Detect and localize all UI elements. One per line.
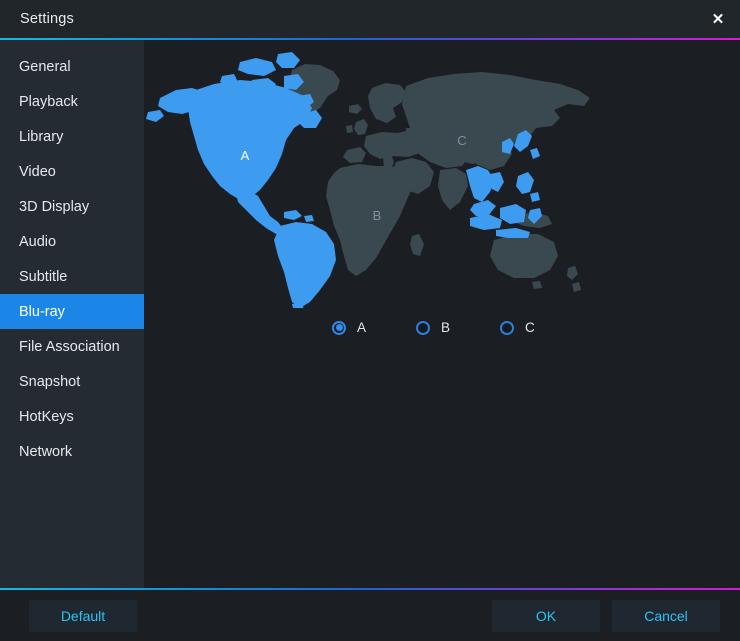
sidebar-item-blu-ray[interactable]: Blu-ray xyxy=(0,294,144,329)
region-radio-c[interactable]: C xyxy=(500,320,584,335)
dialog-footer: Default OK Cancel xyxy=(0,590,740,641)
close-icon[interactable]: ✕ xyxy=(696,0,740,38)
settings-dialog: Settings ✕ General Playback Library Vide… xyxy=(0,0,740,641)
radio-dot-a xyxy=(332,320,346,335)
region-radio-a-label: A xyxy=(357,320,367,335)
default-button[interactable]: Default xyxy=(29,599,137,632)
region-radio-c-label: C xyxy=(525,320,535,335)
map-label-a: A xyxy=(241,148,250,163)
sidebar-item-hotkeys[interactable]: HotKeys xyxy=(0,399,144,434)
sidebar-item-file-association[interactable]: File Association xyxy=(0,329,144,364)
sidebar-item-subtitle[interactable]: Subtitle xyxy=(0,259,144,294)
blu-ray-settings-pane: A B C A B C xyxy=(144,40,740,588)
dialog-body: General Playback Library Video 3D Displa… xyxy=(0,40,740,588)
region-radio-a[interactable]: A xyxy=(332,320,416,335)
sidebar-item-playback[interactable]: Playback xyxy=(0,84,144,119)
map-label-c: C xyxy=(457,133,466,148)
cancel-button[interactable]: Cancel xyxy=(612,599,720,632)
region-radio-b[interactable]: B xyxy=(416,320,500,335)
settings-sidebar: General Playback Library Video 3D Displa… xyxy=(0,40,144,588)
world-region-map[interactable]: A B C xyxy=(144,40,740,308)
region-radio-group: A B C xyxy=(332,320,584,335)
radio-dot-b xyxy=(416,320,430,335)
region-radio-b-label: B xyxy=(441,320,451,335)
sidebar-item-library[interactable]: Library xyxy=(0,119,144,154)
window-title: Settings xyxy=(20,11,74,27)
title-bar: Settings ✕ xyxy=(0,0,740,38)
world-map-svg: A B C xyxy=(144,40,740,308)
sidebar-item-audio[interactable]: Audio xyxy=(0,224,144,259)
sidebar-item-video[interactable]: Video xyxy=(0,154,144,189)
radio-dot-c xyxy=(500,320,514,335)
sidebar-item-network[interactable]: Network xyxy=(0,434,144,469)
map-label-b: B xyxy=(373,208,382,223)
sidebar-item-snapshot[interactable]: Snapshot xyxy=(0,364,144,399)
sidebar-item-general[interactable]: General xyxy=(0,49,144,84)
ok-button[interactable]: OK xyxy=(492,599,600,632)
sidebar-item-3d-display[interactable]: 3D Display xyxy=(0,189,144,224)
